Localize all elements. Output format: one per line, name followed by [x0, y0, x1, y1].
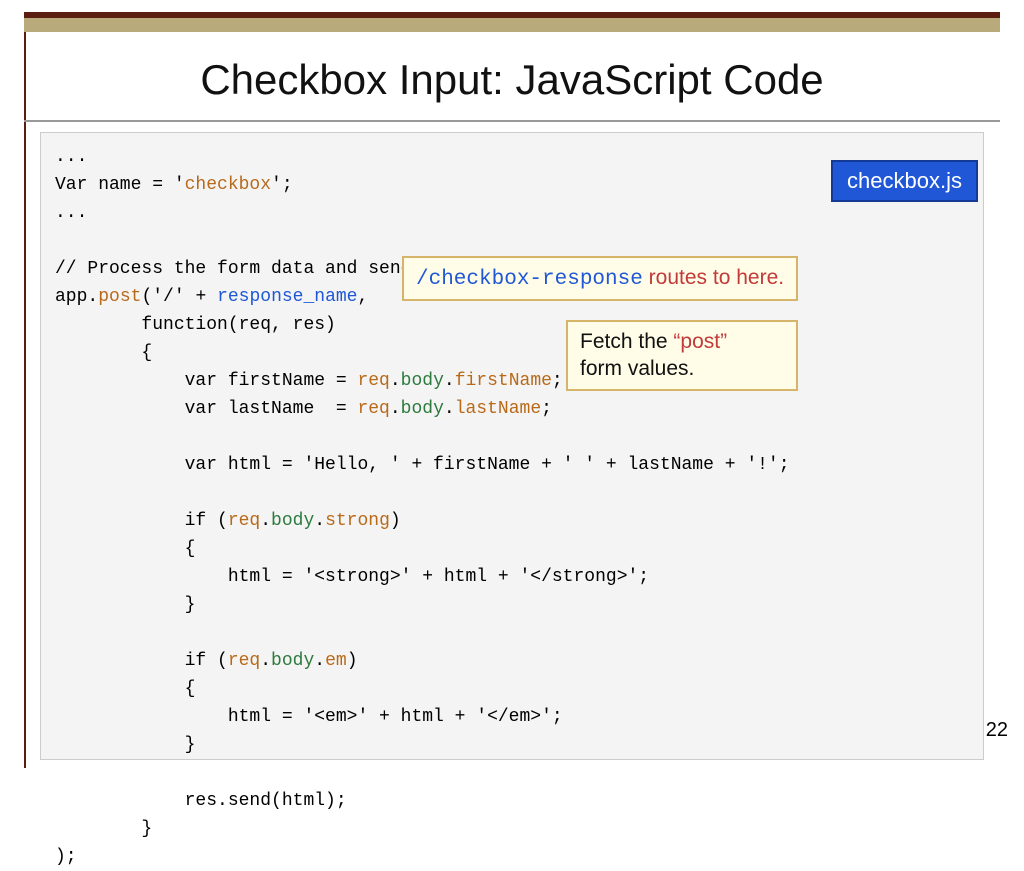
code-block: ... Var name = 'checkbox'; ... // Proces…: [40, 132, 984, 760]
code-line: html = '<em>' + html + '</em>';: [55, 707, 563, 727]
header-bars: [24, 12, 1000, 32]
filename-badge: checkbox.js: [831, 160, 978, 202]
callout-route-mono: /checkbox-response: [416, 268, 643, 291]
bar-gold: [24, 18, 1000, 32]
callout-fetch-l2: form values.: [580, 357, 694, 380]
code-line: );: [55, 847, 77, 867]
code-line: app.post('/' + response_name,: [55, 287, 368, 307]
code-line: var lastName = req.body.lastName;: [55, 399, 552, 419]
page-number: 22: [986, 719, 1008, 742]
callout-fetch-l1b: “post”: [673, 330, 727, 353]
code-line: }: [55, 819, 152, 839]
code-line: function(req, res): [55, 315, 336, 335]
code-line: {: [55, 539, 195, 559]
code-line: ...: [55, 203, 87, 223]
callout-fetch-l1a: Fetch the: [580, 330, 673, 353]
code-line: var html = 'Hello, ' + firstName + ' ' +…: [55, 455, 790, 475]
code-line: ...: [55, 147, 87, 167]
code-line: {: [55, 679, 195, 699]
code-line: {: [55, 343, 152, 363]
callout-route-rest: routes to here.: [643, 266, 784, 289]
callout-fetch: Fetch the “post” form values.: [566, 320, 798, 391]
title-underline: [24, 120, 1000, 122]
callout-route: /checkbox-response routes to here.: [402, 256, 798, 301]
code-line: res.send(html);: [55, 791, 347, 811]
code-line: var firstName = req.body.firstName;: [55, 371, 563, 391]
code-line: }: [55, 595, 195, 615]
code-line: html = '<strong>' + html + '</strong>';: [55, 567, 649, 587]
code-line: }: [55, 735, 195, 755]
page-title: Checkbox Input: JavaScript Code: [0, 56, 1024, 104]
code-line: if (req.body.em): [55, 651, 358, 671]
code-line: if (req.body.strong): [55, 511, 401, 531]
code-line: Var name = 'checkbox';: [55, 175, 293, 195]
left-rule: [24, 32, 26, 768]
